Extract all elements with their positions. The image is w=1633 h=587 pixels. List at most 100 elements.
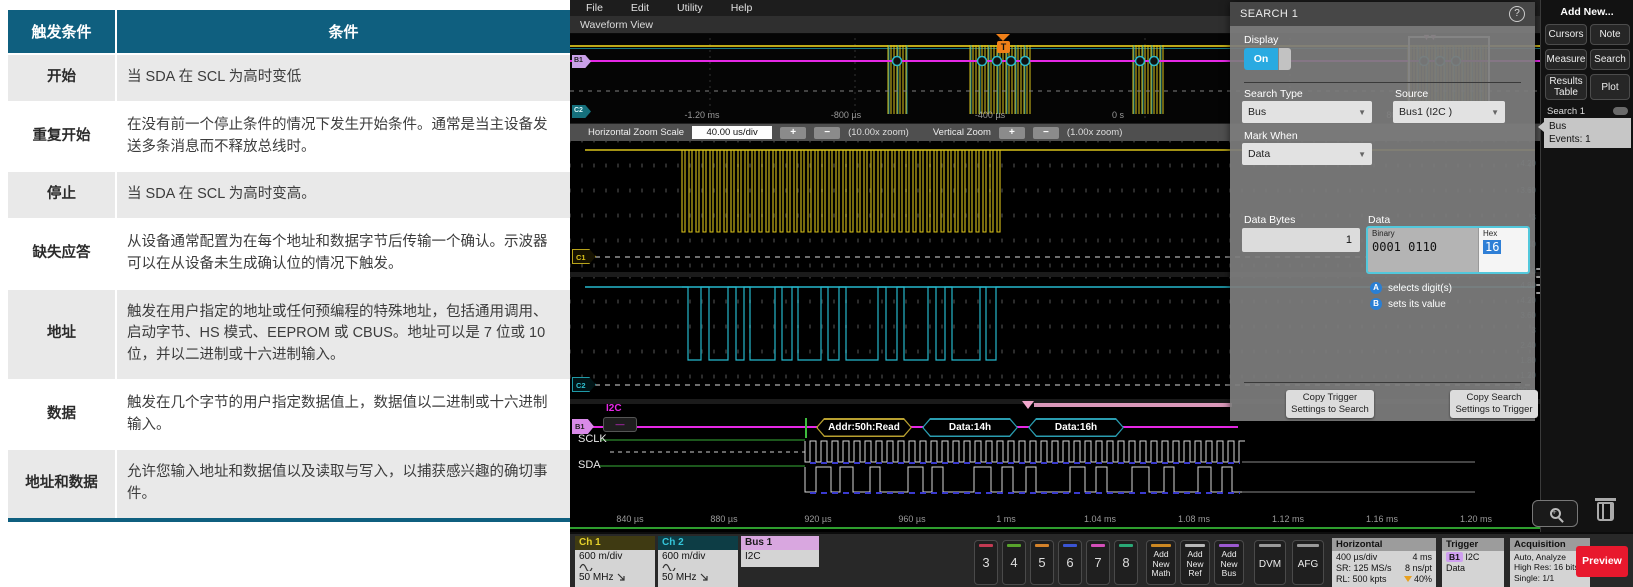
search-badge-title: Search 1 — [1547, 106, 1585, 117]
divider — [1244, 82, 1521, 83]
bus1-title: Bus 1 — [741, 536, 819, 550]
menu-edit[interactable]: Edit — [631, 2, 649, 14]
search-result-badge[interactable]: Search 1 Bus Events: 1 — [1544, 104, 1631, 148]
binary-value[interactable]: 0001 0110 — [1372, 240, 1474, 254]
channel-5-button[interactable]: 5 — [1030, 540, 1054, 585]
ch2-title: Ch 2 — [658, 536, 738, 550]
row-desc: 当 SDA 在 SCL 为高时变低 — [116, 54, 570, 102]
v-zoom-label: Vertical Zoom — [933, 127, 991, 138]
add-search-button[interactable]: Search — [1590, 49, 1630, 70]
preview-button[interactable]: Preview — [1576, 546, 1628, 577]
zoom-mode-button[interactable] — [1532, 500, 1578, 527]
copy-trigger-to-search-button[interactable]: Copy Trigger Settings to Search — [1286, 390, 1374, 418]
time-label: 1.16 ms — [1350, 514, 1414, 524]
ch2-settings-badge[interactable]: Ch 2 600 m/div 50 MHz — [658, 536, 738, 587]
channel-6-button[interactable]: 6 — [1058, 540, 1082, 585]
bandwidth-icon — [617, 573, 626, 581]
data-value-editor[interactable]: Binary 0001 0110 Hex 16 — [1366, 226, 1530, 274]
bus-decode-data2[interactable]: Data:16h — [1028, 418, 1124, 437]
row-desc: 触发在几个字节的用户指定数据值上，数据值以二进制或十六进制输入。 — [116, 380, 570, 450]
add-new-bus-button[interactable]: Add New Bus — [1214, 540, 1244, 585]
add-note-button[interactable]: Note — [1590, 24, 1630, 45]
search-mark-bar — [1034, 403, 1232, 407]
display-toggle[interactable]: On — [1244, 48, 1291, 70]
horizontal-settings-badge[interactable]: Horizontal 400 µs/div4 ms SR: 125 MS/s8 … — [1332, 538, 1436, 587]
channel-3-button[interactable]: 3 — [974, 540, 998, 585]
ch1-settings-badge[interactable]: Ch 1 600 m/div 50 MHz — [575, 536, 655, 587]
table-row: 开始 当 SDA 在 SCL 为高时变低 — [8, 54, 570, 102]
results-bar: Add New... Cursors Note Measure Search R… — [1540, 0, 1633, 532]
binary-label: Binary — [1372, 229, 1474, 238]
channel-7-button[interactable]: 7 — [1086, 540, 1110, 585]
sclk-label: SCLK — [578, 433, 607, 445]
h-zoom-scale-label: Horizontal Zoom Scale — [588, 127, 684, 138]
row-name: 数据 — [8, 380, 116, 450]
row-name: 地址和数据 — [8, 449, 116, 520]
search-badge-type: Bus — [1549, 120, 1626, 133]
add-new-ref-button[interactable]: Add New Ref — [1180, 540, 1210, 585]
search-badge-toggle[interactable] — [1613, 107, 1628, 115]
knob-b-hint: B sets its value — [1370, 298, 1446, 310]
afg-button[interactable]: AFG — [1292, 540, 1324, 585]
time-label: 920 µs — [786, 514, 850, 524]
ch1-title: Ch 1 — [575, 536, 655, 550]
copy-search-to-trigger-button[interactable]: Copy Search Settings to Trigger — [1450, 390, 1538, 418]
time-label: 1.04 ms — [1068, 514, 1132, 524]
time-label: 840 µs — [598, 514, 662, 524]
row-name: 停止 — [8, 171, 116, 219]
v-zoom-factor: (1.00x zoom) — [1067, 127, 1122, 138]
chevron-down-icon: ▼ — [1358, 108, 1366, 117]
ch1-bandwidth: 50 MHz — [579, 572, 613, 584]
overview-time-label: 0 s — [1112, 110, 1124, 120]
mark-when-dropdown[interactable]: Data ▼ — [1242, 143, 1372, 165]
search-mark-triangle-icon — [1022, 401, 1034, 409]
h-zoom-minus-button[interactable]: − — [814, 127, 840, 139]
help-icon[interactable]: ? — [1509, 6, 1525, 22]
menu-file[interactable]: File — [586, 2, 603, 14]
v-zoom-plus-button[interactable]: + — [999, 127, 1025, 139]
add-results-table-button[interactable]: Results Table — [1545, 74, 1587, 100]
hex-label: Hex — [1483, 229, 1524, 238]
hex-section[interactable]: Hex 16 — [1478, 228, 1528, 272]
trigger-triangle-icon — [996, 34, 1010, 41]
row-desc: 触发在用户指定的地址或任何预编程的特殊地址，包括通用调用、启动字节、HS 模式、… — [116, 289, 570, 380]
v-zoom-minus-button[interactable]: − — [1033, 127, 1059, 139]
row-desc: 在没有前一个停止条件的情况下发生开始条件。通常是当主设备发送多条消息而不释放总线… — [116, 102, 570, 172]
mark-when-label: Mark When — [1244, 130, 1298, 142]
trash-icon[interactable] — [1597, 502, 1614, 521]
search-type-dropdown[interactable]: Bus ▼ — [1242, 101, 1372, 123]
bus-decode-address[interactable]: Addr:50h:Read — [816, 418, 912, 437]
table-row: 缺失应答 从设备通常配置为在每个地址和数据字节后传输一个确认。示波器可以在从设备… — [8, 219, 570, 289]
menu-utility[interactable]: Utility — [677, 2, 703, 14]
add-measure-button[interactable]: Measure — [1545, 49, 1587, 70]
dvm-button[interactable]: DVM — [1254, 540, 1286, 585]
trigger-settings-badge[interactable]: Trigger B1 I2C Data — [1442, 538, 1504, 587]
table-row: 停止 当 SDA 在 SCL 为高时变高。 — [8, 171, 570, 219]
row-desc: 允许您输入地址和数据值以及读取与写入，以捕获感兴趣的确切事件。 — [116, 449, 570, 520]
trigger-source-badge: B1 — [1446, 552, 1463, 562]
app-root: 触发条件 条件 开始 当 SDA 在 SCL 为高时变低 重复开始 在没有前一个… — [0, 0, 1633, 587]
h-zoom-scale-value[interactable]: 40.00 us/div — [692, 126, 772, 139]
bus1-settings-badge[interactable]: Bus 1 I2C — [741, 536, 819, 568]
add-cursors-button[interactable]: Cursors — [1545, 24, 1587, 45]
bus-decode-data1[interactable]: Data:14h — [922, 418, 1018, 437]
add-new-math-button[interactable]: Add New Math — [1146, 540, 1176, 585]
binary-section[interactable]: Binary 0001 0110 — [1368, 228, 1478, 272]
source-dropdown[interactable]: Bus1 (I2C ) ▼ — [1393, 101, 1505, 123]
menu-help[interactable]: Help — [731, 2, 753, 14]
data-bytes-field[interactable]: 1 — [1242, 228, 1360, 252]
magnifier-icon — [1550, 508, 1561, 519]
h-zoom-plus-button[interactable]: + — [780, 127, 806, 139]
add-plot-button[interactable]: Plot — [1590, 74, 1630, 100]
hex-value[interactable]: 16 — [1483, 240, 1501, 254]
channel-4-button[interactable]: 4 — [1002, 540, 1026, 585]
row-name: 重复开始 — [8, 102, 116, 172]
search-panel-header[interactable]: SEARCH 1 ? — [1230, 2, 1535, 26]
channel-8-button[interactable]: 8 — [1114, 540, 1138, 585]
search-badge-events: Events: 1 — [1549, 133, 1626, 146]
time-label: 960 µs — [880, 514, 944, 524]
chevron-down-icon: ▼ — [1491, 108, 1499, 117]
trigger-position-marker[interactable]: T — [996, 34, 1010, 53]
waveform-view-label: Waveform View — [570, 19, 653, 31]
bus-display-box[interactable]: — — [603, 417, 637, 432]
